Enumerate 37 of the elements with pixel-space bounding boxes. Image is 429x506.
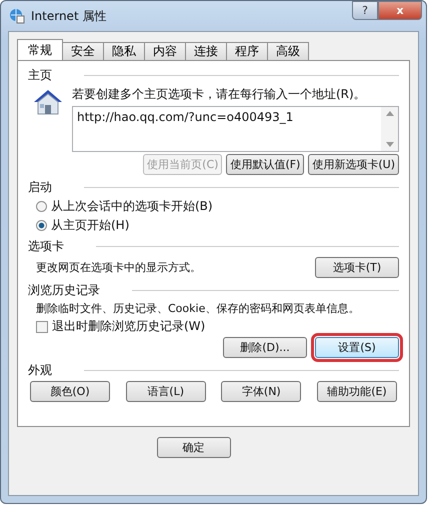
appearance-button[interactable]: 语言(L) (126, 381, 206, 402)
appearance-button[interactable]: 字体(N) (221, 381, 302, 402)
instruction-text: 若要创建多个主页选项卡，请在每行输入一个地址(R)。 (72, 86, 367, 103)
radio-label: 从主页开始(H) (51, 217, 130, 234)
tab[interactable]: 常规 (17, 39, 63, 60)
scrollbar[interactable] (381, 107, 398, 151)
window-title: Internet 属性 (31, 8, 106, 24)
appearance-button[interactable]: 辅助功能(E) (316, 381, 397, 402)
radio-button[interactable] (36, 201, 47, 212)
tabs-button[interactable]: 选项卡(T) (315, 257, 399, 278)
description-text: 更改网页在选项卡中的显示方式。 (35, 260, 201, 275)
tab[interactable]: 安全 (62, 42, 104, 60)
tab[interactable]: 内容 (144, 42, 186, 60)
tab[interactable]: 程序 (226, 42, 268, 60)
section-heading: 选项卡 (28, 238, 64, 255)
section-heading: 浏览历史记录 (28, 282, 100, 299)
appearance-button[interactable]: 颜色(O) (30, 381, 110, 402)
home-button[interactable]: 使用默认值(F) (226, 154, 304, 175)
scroll-up-icon[interactable] (386, 111, 394, 116)
checkbox[interactable] (36, 320, 48, 332)
section-heading: 主页 (28, 67, 52, 84)
section-heading: 启动 (28, 179, 52, 196)
section-heading: 外观 (28, 362, 52, 379)
tab[interactable]: 连接 (185, 42, 227, 60)
checkbox-label: 退出时删除浏览历史记录(W) (52, 318, 206, 335)
radio-label: 从上次会话中的选项卡开始(B) (51, 198, 213, 215)
home-button[interactable]: 使用新选项卡(U) (308, 154, 399, 175)
tab[interactable]: 隐私 (103, 42, 145, 60)
globe-icon (9, 8, 25, 24)
history-button[interactable]: 删除(D)... (223, 337, 307, 358)
radio-button[interactable] (36, 220, 47, 231)
description-text: 删除临时文件、历史记录、Cookie、保存的密码和网页表单信息。 (35, 301, 360, 316)
ok-button[interactable]: 确定 (156, 437, 230, 458)
tab[interactable]: 高级 (267, 42, 309, 60)
address-field[interactable]: http://hao.qq.com/?unc=o400493_1 (72, 106, 399, 152)
scroll-down-icon[interactable] (386, 142, 394, 147)
help-button[interactable]: ? (352, 1, 378, 20)
